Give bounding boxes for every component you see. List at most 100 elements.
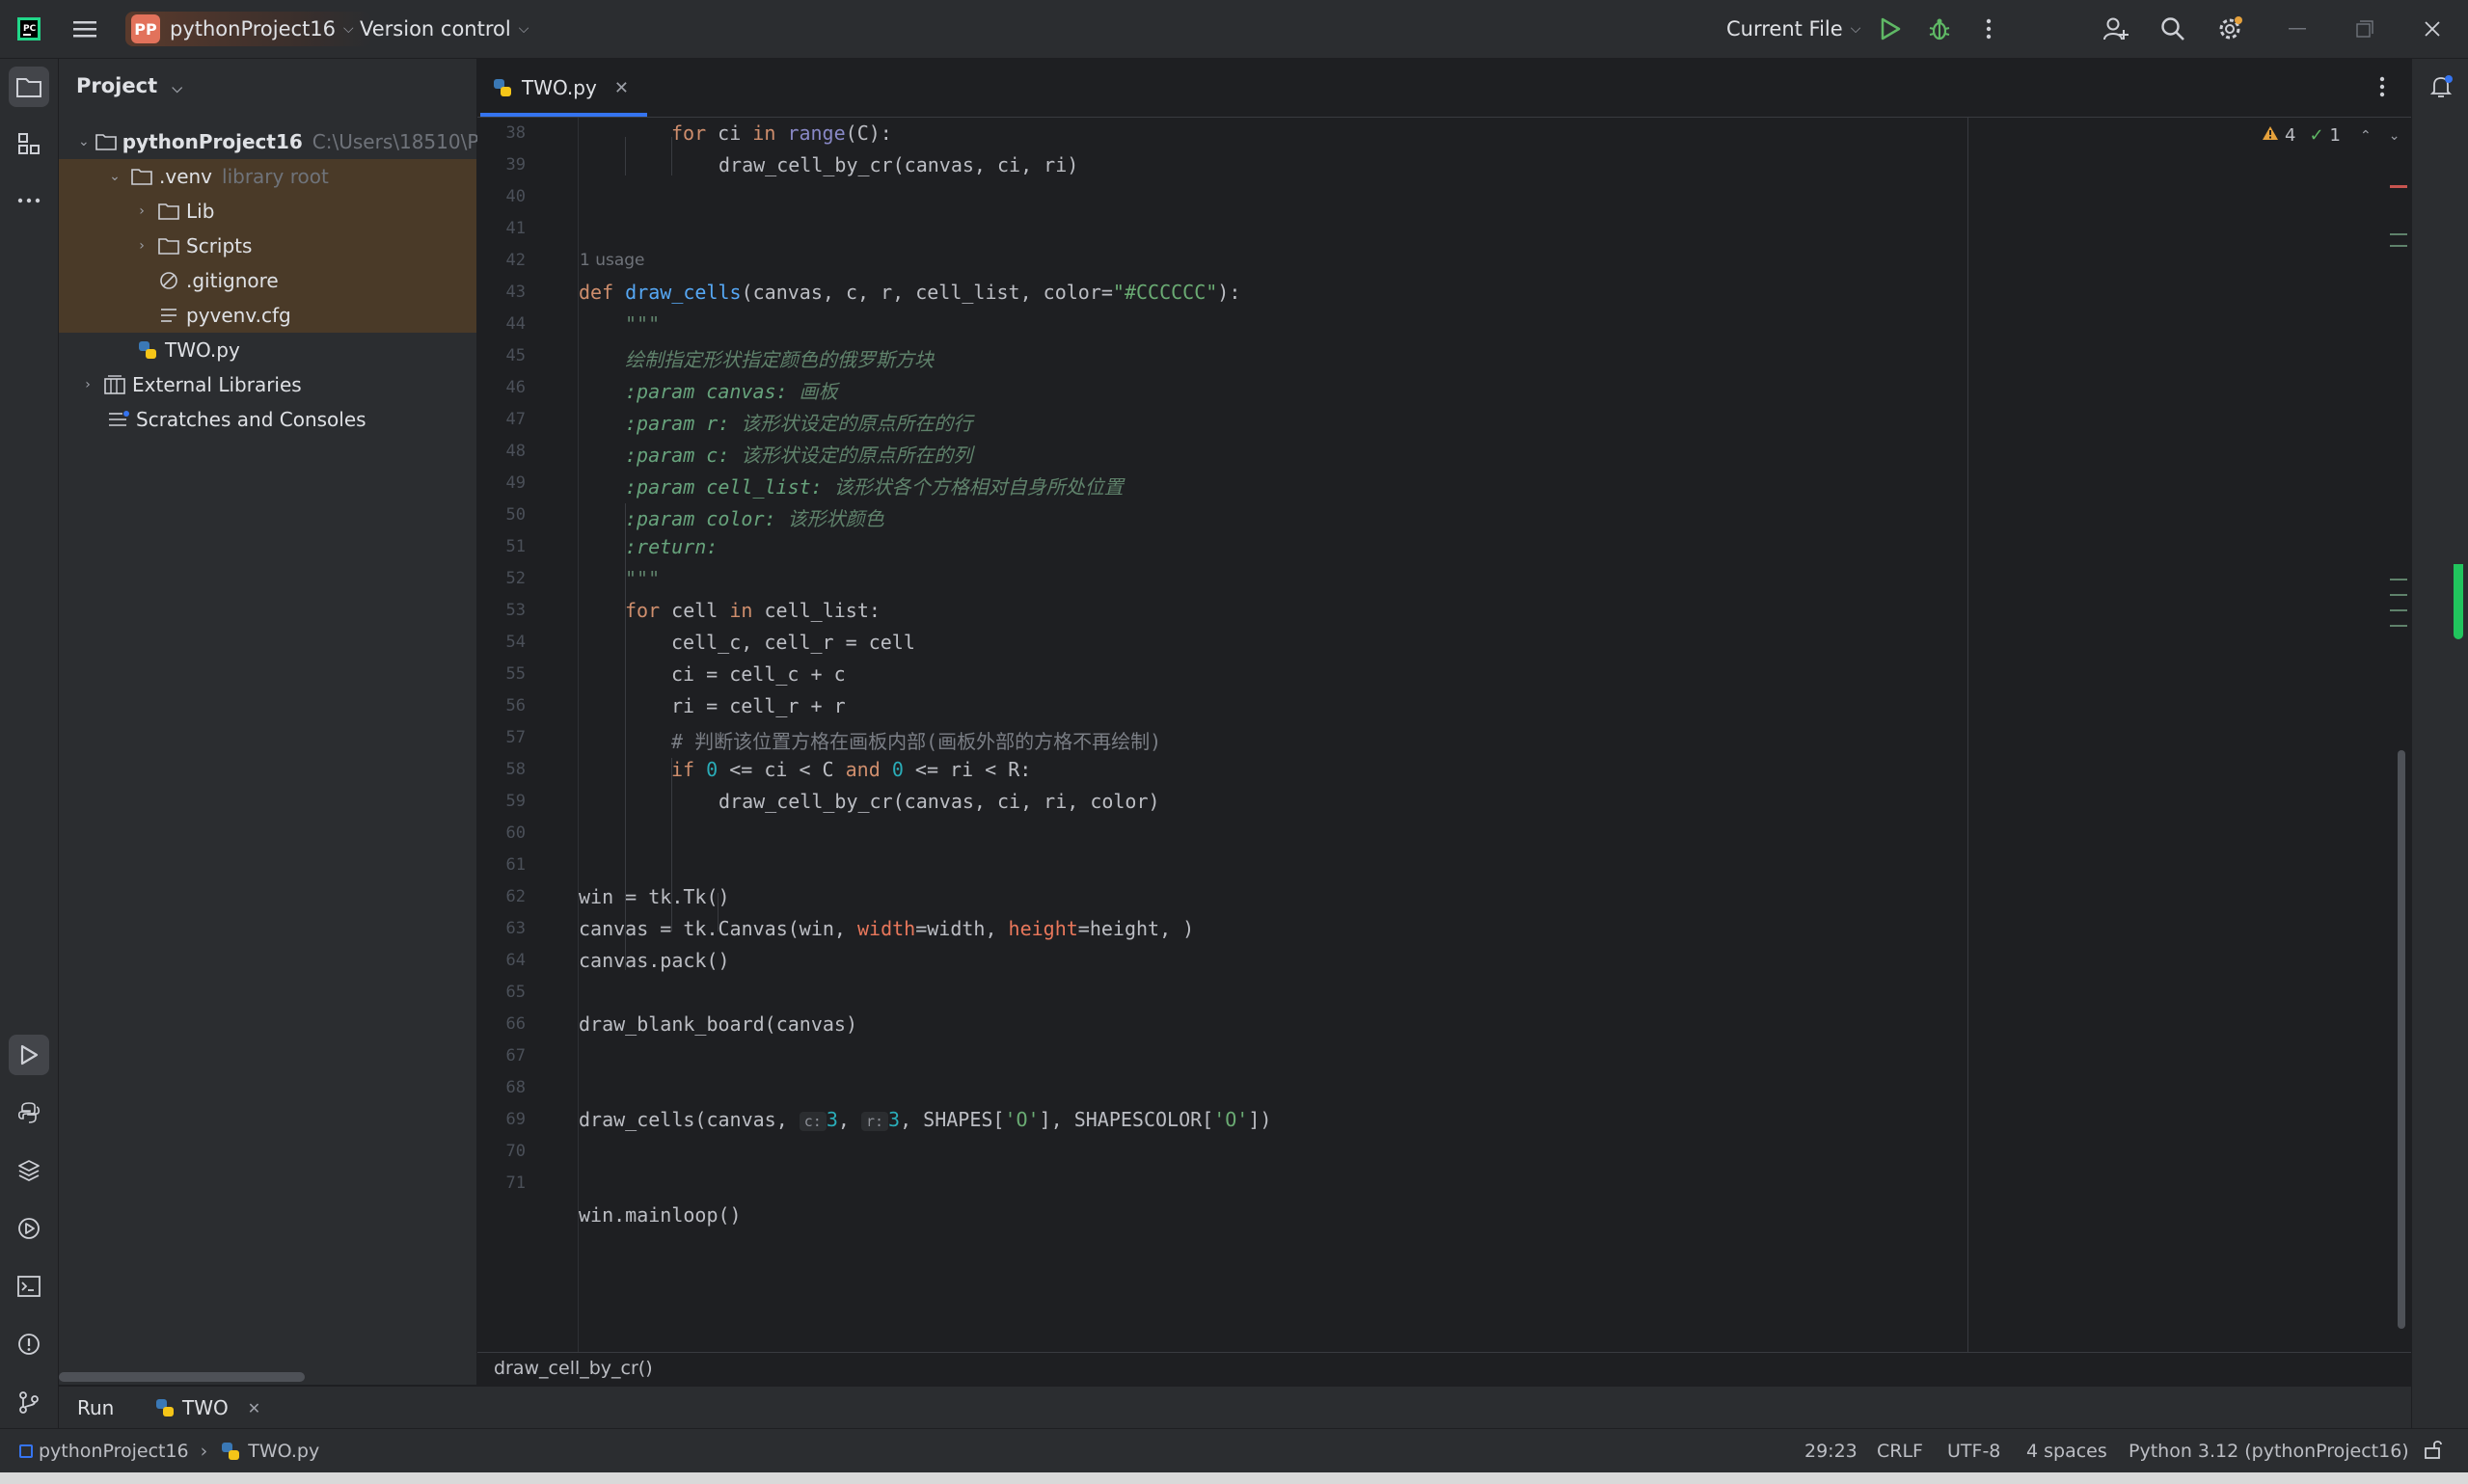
- version-control-menu[interactable]: Version control ⌵: [360, 12, 529, 46]
- line-number[interactable]: 57: [477, 728, 526, 747]
- problems-icon[interactable]: [9, 1324, 49, 1364]
- settings-gear-icon[interactable]: [2212, 12, 2247, 46]
- error-stripe-mark[interactable]: [2390, 594, 2407, 596]
- line-number[interactable]: 68: [477, 1078, 526, 1097]
- close-window-icon[interactable]: [2415, 12, 2450, 46]
- git-branch-icon[interactable]: [9, 1382, 49, 1422]
- more-actions-icon[interactable]: [1971, 12, 2006, 46]
- line-number[interactable]: 71: [477, 1174, 526, 1193]
- error-stripe-mark[interactable]: [2390, 609, 2407, 611]
- search-icon[interactable]: [2156, 12, 2190, 46]
- debug-icon[interactable]: [1922, 12, 1957, 46]
- tree-item-venv[interactable]: ⌄ .venv library root: [59, 159, 476, 194]
- line-number[interactable]: 47: [477, 410, 526, 429]
- line-number[interactable]: 66: [477, 1014, 526, 1034]
- error-stripe-mark[interactable]: [2390, 625, 2407, 627]
- line-number[interactable]: 64: [477, 951, 526, 970]
- line-number[interactable]: 63: [477, 919, 526, 938]
- main-menu-icon[interactable]: [68, 12, 102, 46]
- line-separator[interactable]: CRLF: [1877, 1441, 1923, 1462]
- run-icon[interactable]: [1873, 12, 1908, 46]
- more-tools-icon[interactable]: [9, 180, 49, 221]
- tree-item-external-libraries[interactable]: › External Libraries: [59, 367, 476, 402]
- line-number[interactable]: 49: [477, 473, 526, 493]
- line-number[interactable]: 39: [477, 155, 526, 175]
- lock-open-icon[interactable]: [2423, 1439, 2444, 1465]
- error-stripe-mark[interactable]: [2390, 245, 2407, 247]
- tab-two-py[interactable]: TWO.py ✕: [491, 59, 629, 117]
- line-number[interactable]: 67: [477, 1046, 526, 1066]
- error-stripe-mark[interactable]: [2390, 233, 2407, 235]
- python-interpreter[interactable]: Python 3.12 (pythonProject16): [2129, 1441, 2409, 1462]
- file-encoding[interactable]: UTF-8: [1947, 1441, 2000, 1462]
- tree-item-pyvenv-cfg[interactable]: pyvenv.cfg: [59, 298, 476, 333]
- tree-item-scripts[interactable]: › Scripts: [59, 229, 476, 263]
- line-number[interactable]: 60: [477, 823, 526, 843]
- line-number[interactable]: 59: [477, 792, 526, 811]
- error-stripe-mark[interactable]: [2390, 579, 2407, 580]
- line-number[interactable]: 53: [477, 601, 526, 620]
- run-tool-icon[interactable]: [9, 1035, 49, 1075]
- python-console-icon[interactable]: [9, 1093, 49, 1133]
- tree-item-gitignore[interactable]: .gitignore: [59, 263, 476, 298]
- line-number[interactable]: 41: [477, 219, 526, 238]
- chevron-down-icon[interactable]: ⌄: [2389, 128, 2400, 144]
- horizontal-scrollbar[interactable]: [59, 1372, 305, 1382]
- structure-icon[interactable]: [9, 123, 49, 164]
- caret-position[interactable]: 29:23: [1804, 1441, 1858, 1462]
- usage-hint[interactable]: 1 usage: [580, 251, 645, 270]
- line-number[interactable]: 65: [477, 983, 526, 1002]
- line-number[interactable]: 69: [477, 1110, 526, 1129]
- memory-indicator[interactable]: [2454, 551, 2463, 639]
- line-number[interactable]: 58: [477, 760, 526, 779]
- chevron-down-icon: ⌄: [109, 169, 121, 184]
- tab-options-icon[interactable]: [2379, 76, 2385, 101]
- tree-item-scratches[interactable]: Scratches and Consoles: [59, 402, 476, 437]
- run-config-selector[interactable]: Current File ⌵: [1726, 12, 1860, 46]
- line-number[interactable]: 55: [477, 664, 526, 684]
- indent-setting[interactable]: 4 spaces: [2026, 1441, 2107, 1462]
- project-switcher[interactable]: PP pythonProject16 ⌵: [125, 12, 371, 46]
- code-editor[interactable]: 38 39 40 41 42 43 44 45 46 47 48 49 50 51 52 53 54 55 56 57…: [477, 118, 2411, 1352]
- line-number[interactable]: 44: [477, 314, 526, 334]
- line-number[interactable]: 52: [477, 569, 526, 588]
- inspection-widget[interactable]: 4 ✓ 1 ⌃ ⌄: [2262, 125, 2400, 146]
- line-number[interactable]: 42: [477, 251, 526, 270]
- line-number[interactable]: 40: [477, 187, 526, 206]
- line-number[interactable]: 56: [477, 696, 526, 715]
- line-number[interactable]: 46: [477, 378, 526, 397]
- services-icon[interactable]: [9, 1208, 49, 1249]
- line-number[interactable]: 62: [477, 887, 526, 906]
- run-panel-title[interactable]: Run: [77, 1396, 114, 1419]
- tree-item-project-root[interactable]: ⌄ pythonProject16 C:\Users\18510\Pyc: [59, 124, 501, 159]
- navigation-path[interactable]: pythonProject16 › TWO.py: [19, 1441, 319, 1462]
- path-project[interactable]: pythonProject16: [39, 1441, 189, 1462]
- chevron-up-icon[interactable]: ⌃: [2360, 128, 2372, 144]
- terminal-icon[interactable]: [9, 1266, 49, 1307]
- line-number[interactable]: 61: [477, 855, 526, 875]
- project-panel-header[interactable]: Project ⌵: [76, 74, 182, 97]
- project-tool-folder-icon[interactable]: [9, 67, 49, 107]
- line-number[interactable]: 51: [477, 537, 526, 556]
- close-tab-icon[interactable]: ✕: [248, 1399, 260, 1417]
- maximize-icon[interactable]: [2347, 12, 2382, 46]
- vertical-scrollbar[interactable]: [2398, 750, 2405, 1329]
- close-tab-icon[interactable]: ✕: [614, 78, 629, 98]
- notifications-bell-icon[interactable]: [2421, 67, 2461, 107]
- add-user-icon[interactable]: [2099, 12, 2133, 46]
- layers-icon[interactable]: [9, 1150, 49, 1191]
- line-number[interactable]: 70: [477, 1142, 526, 1161]
- run-tab-two[interactable]: TWO ✕: [153, 1396, 260, 1419]
- line-number[interactable]: 38: [477, 123, 526, 143]
- line-number[interactable]: 54: [477, 633, 526, 652]
- path-file[interactable]: TWO.py: [248, 1441, 319, 1462]
- error-stripe-mark[interactable]: [2390, 185, 2407, 188]
- breadcrumb[interactable]: draw_cell_by_cr(): [494, 1358, 653, 1379]
- tree-item-lib[interactable]: › Lib: [59, 194, 476, 229]
- tree-item-two-py[interactable]: TWO.py: [59, 333, 476, 367]
- line-number[interactable]: 45: [477, 346, 526, 365]
- line-number[interactable]: 48: [477, 442, 526, 461]
- minimize-icon[interactable]: [2280, 12, 2315, 46]
- line-number[interactable]: 50: [477, 505, 526, 525]
- line-number[interactable]: 43: [477, 283, 526, 302]
